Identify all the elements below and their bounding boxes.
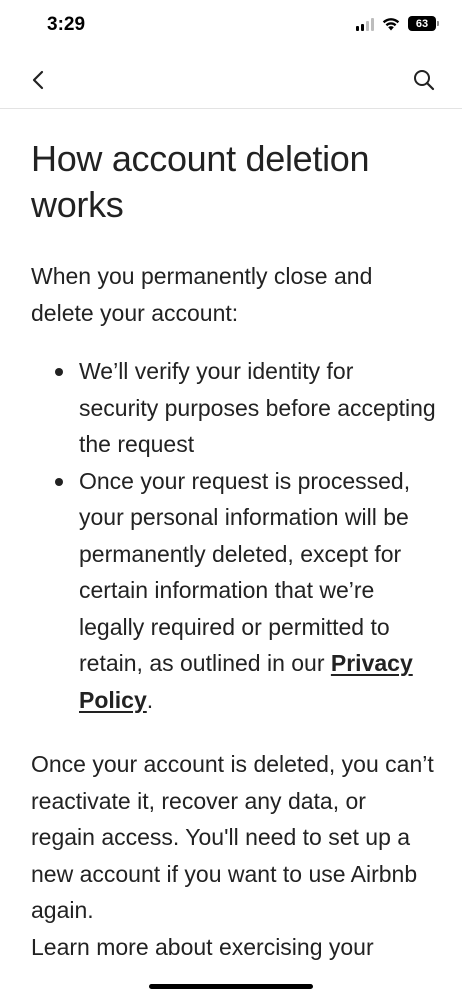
cellular-signal-icon (356, 17, 374, 31)
bullet-suffix: . (146, 686, 154, 713)
search-button[interactable] (410, 66, 438, 94)
bullet-item-verify: We’ll verify your identity for security … (31, 353, 436, 463)
status-icons: 63 (356, 16, 439, 31)
wifi-icon (382, 17, 400, 30)
status-time: 3:29 (47, 14, 86, 35)
nav-bar (0, 52, 462, 109)
bullet-text: We’ll verify your identity for security … (79, 358, 436, 457)
deletion-bullet-list: We’ll verify your identity for security … (31, 353, 436, 718)
article: How account deletion works When you perm… (31, 136, 436, 965)
page-title: How account deletion works (31, 138, 370, 225)
closing-paragraph: Once your account is deleted, you can’t … (31, 751, 434, 923)
bullet-dot-icon (55, 368, 63, 376)
intro-paragraph: When you permanently close and delete yo… (31, 263, 373, 326)
learn-more-text: Learn more about exercising your (31, 933, 374, 960)
status-bar: 3:29 63 (0, 0, 462, 52)
search-icon (414, 70, 435, 91)
bullet-text: Once your request is processed, your per… (79, 467, 411, 677)
chevron-left-icon (32, 70, 44, 90)
battery-icon: 63 (408, 16, 439, 31)
screen: 3:29 63 How account deletion works When … (0, 0, 462, 1000)
home-indicator (149, 984, 313, 989)
bullet-item-processed: Once your request is processed, your per… (31, 463, 436, 719)
back-button[interactable] (24, 66, 52, 94)
battery-level: 63 (415, 17, 429, 30)
bullet-dot-icon (55, 477, 63, 486)
